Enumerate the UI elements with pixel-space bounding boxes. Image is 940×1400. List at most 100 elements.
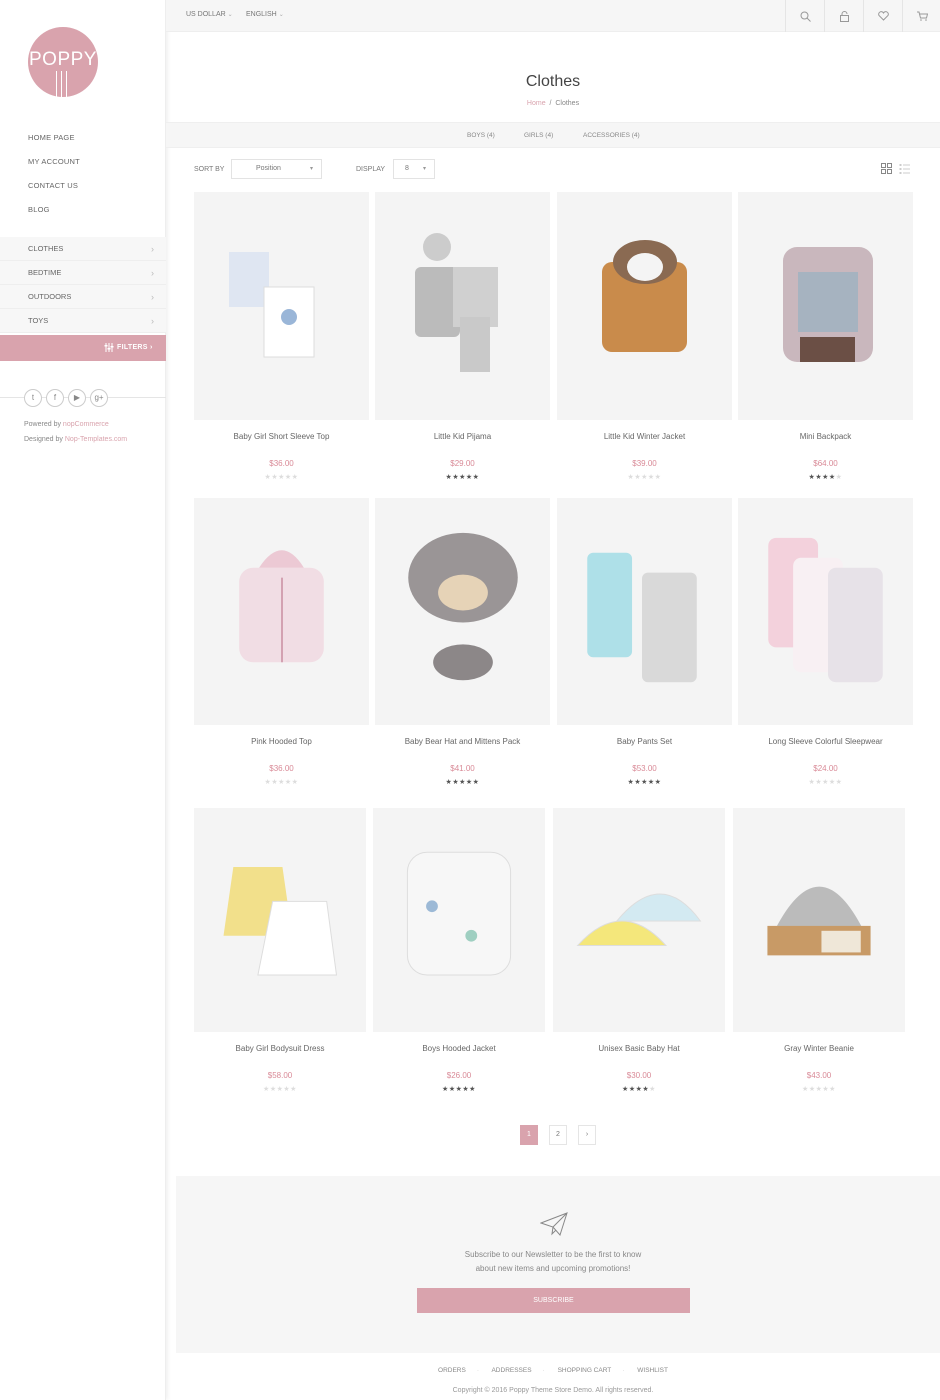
product-image[interactable] (557, 192, 732, 420)
product-name[interactable]: Mini Backpack (738, 432, 913, 441)
product-image[interactable] (375, 498, 550, 725)
top-bar: US DOLLAR ⌄ ENGLISH ⌄ (166, 0, 940, 32)
product-rating: ★★★★★ (738, 473, 913, 481)
nav-home-page[interactable]: HOME PAGE (28, 133, 80, 157)
cart-icon[interactable] (902, 0, 940, 32)
product-card[interactable]: Pink Hooded Top $36.00 ★★★★★ (194, 498, 369, 815)
product-image[interactable] (194, 498, 369, 725)
product-price: $64.00 (813, 459, 838, 468)
lock-icon[interactable] (824, 0, 863, 32)
nav-contact-us[interactable]: CONTACT US (28, 181, 80, 205)
product-card[interactable]: Little Kid Pijama $29.00 ★★★★★ (375, 192, 550, 510)
page-title: Clothes (525, 73, 581, 90)
product-card[interactable]: Gray Winter Beanie $43.00 ★★★★★ (733, 808, 905, 1122)
product-image[interactable] (375, 192, 550, 420)
subcategory-girls[interactable]: GIRLS (4) (524, 132, 553, 139)
product-image[interactable] (553, 808, 725, 1032)
display-label: DISPLAY (356, 166, 386, 173)
heart-icon[interactable] (863, 0, 902, 32)
youtube-icon[interactable]: ▶ (68, 389, 86, 407)
product-price: $39.00 (632, 459, 657, 468)
subscribe-button[interactable]: SUBSCRIBE (417, 1288, 690, 1313)
product-name[interactable]: Little Kid Winter Jacket (557, 432, 732, 441)
language-selector[interactable]: ENGLISH ⌄ (246, 11, 284, 18)
product-name[interactable]: Baby Pants Set (557, 737, 732, 746)
next-page-button[interactable]: › (578, 1125, 596, 1145)
breadcrumb-home[interactable]: Home (527, 100, 546, 107)
nav-my-account[interactable]: MY ACCOUNT (28, 157, 80, 181)
product-name[interactable]: Baby Girl Bodysuit Dress (194, 1044, 366, 1053)
grid-view-icon[interactable] (881, 163, 892, 174)
star-icon: ★ (835, 474, 843, 481)
product-image[interactable] (738, 498, 913, 725)
product-image[interactable] (373, 808, 545, 1032)
product-name[interactable]: Unisex Basic Baby Hat (553, 1044, 725, 1053)
product-image[interactable] (733, 808, 905, 1032)
currency-selector[interactable]: US DOLLAR ⌄ (186, 11, 233, 18)
product-image[interactable] (557, 498, 732, 725)
product-price: $53.00 (632, 764, 657, 773)
logo-text: POPPY (29, 49, 97, 70)
display-select[interactable]: 8 ▾ (393, 159, 435, 179)
nopcommerce-link[interactable]: nopCommerce (63, 421, 109, 428)
star-icon: ★ (822, 474, 829, 481)
list-view-icon[interactable] (899, 163, 910, 174)
star-icon: ★ (278, 779, 285, 786)
designed-by-text: Designed by (24, 436, 63, 443)
nav-blog[interactable]: BLOG (28, 205, 80, 229)
product-card[interactable]: Little Kid Winter Jacket $39.00 ★★★★★ (557, 192, 732, 510)
product-card[interactable]: Boys Hooded Jacket $26.00 ★★★★★ (373, 808, 545, 1122)
star-icon: ★ (278, 474, 285, 481)
category-outdoors[interactable]: OUTDOORS › (0, 285, 166, 309)
star-icon: ★ (290, 1086, 297, 1093)
nop-templates-link[interactable]: Nop-Templates.com (65, 436, 127, 443)
page-2-button[interactable]: 2 (549, 1125, 567, 1145)
product-card[interactable]: Long Sleeve Colorful Sleepwear $24.00 ★★★★… (738, 498, 913, 815)
display-value: 8 (405, 165, 409, 172)
star-icon: ★ (284, 474, 292, 481)
product-name[interactable]: Gray Winter Beanie (733, 1044, 905, 1053)
product-name[interactable]: Long Sleeve Colorful Sleepwear (738, 737, 913, 746)
copyright: Copyright © 2016 Poppy Theme Store Demo.… (452, 1387, 654, 1394)
product-rating: ★★★★★ (733, 1085, 905, 1093)
product-name[interactable]: Baby Girl Short Sleeve Top (194, 432, 369, 441)
category-clothes[interactable]: CLOTHES › (0, 237, 166, 261)
product-card[interactable]: Baby Girl Bodysuit Dress $58.00 ★★★★★ (194, 808, 366, 1122)
category-bedtime[interactable]: BEDTIME › (0, 261, 166, 285)
category-toys[interactable]: TOYS › (0, 309, 166, 333)
footer-wishlist-link[interactable]: WISHLIST (637, 1367, 668, 1374)
product-card[interactable]: Baby Pants Set $53.00 ★★★★★ (557, 498, 732, 815)
sort-by-select[interactable]: Position ▾ (231, 159, 322, 179)
product-card[interactable]: Unisex Basic Baby Hat $30.00 ★★★★★ (553, 808, 725, 1122)
twitter-icon[interactable]: t (24, 389, 42, 407)
google-plus-icon[interactable]: g+ (90, 389, 108, 407)
product-price: $36.00 (269, 459, 294, 468)
logo[interactable]: POPPY (28, 27, 98, 97)
chevron-right-icon: › (151, 268, 154, 278)
product-card[interactable]: Mini Backpack $64.00 ★★★★★ (738, 192, 913, 510)
footer-orders-link[interactable]: ORDERS (438, 1367, 466, 1374)
filters-button[interactable]: FILTERS › (0, 335, 166, 361)
facebook-icon[interactable]: f (46, 389, 64, 407)
search-icon[interactable] (785, 0, 824, 32)
product-card[interactable]: Baby Bear Hat and Mittens Pack $41.00 ★★★★… (375, 498, 550, 815)
product-name[interactable]: Pink Hooded Top (194, 737, 369, 746)
product-name[interactable]: Little Kid Pijama (375, 432, 550, 441)
page-1-button[interactable]: 1 (520, 1125, 538, 1145)
credits: Powered by nopCommerce Designed by Nop-T… (24, 417, 127, 447)
footer-shopping-cart-link[interactable]: SHOPPING CART (558, 1367, 612, 1374)
chevron-down-icon: ▾ (309, 166, 313, 172)
footer-addresses-link[interactable]: ADDRESSES (491, 1367, 531, 1374)
product-image[interactable] (194, 192, 369, 420)
product-rating: ★★★★★ (738, 778, 913, 786)
product-name[interactable]: Boys Hooded Jacket (373, 1044, 545, 1053)
subcategory-accessories[interactable]: ACCESSORIES (4) (583, 132, 640, 139)
subcategory-boys[interactable]: BOYS (4) (467, 132, 495, 139)
newsletter-line-2: about new items and upcoming promotions! (475, 1264, 631, 1273)
star-icon: ★ (647, 474, 655, 481)
product-image[interactable] (194, 808, 366, 1032)
product-name[interactable]: Baby Bear Hat and Mittens Pack (375, 737, 550, 746)
category-label: OUTDOORS (28, 292, 72, 301)
product-card[interactable]: Baby Girl Short Sleeve Top $36.00 ★★★★★ (194, 192, 369, 510)
product-image[interactable] (738, 192, 913, 420)
